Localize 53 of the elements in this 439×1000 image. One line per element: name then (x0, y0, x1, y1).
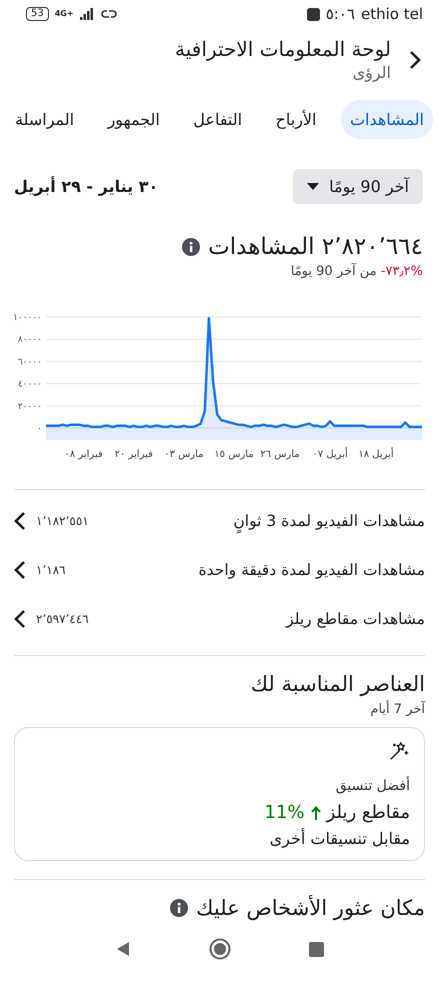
battery-level: 53 (26, 7, 49, 21)
metric-row[interactable]: مشاهدات الفيديو لمدة 3 ثوانٍ ١٬١٨٢٬٥٥١ (14, 496, 425, 545)
x-tick-label: أبريل ٠٧ (312, 449, 348, 460)
tab[interactable]: الجمهور (98, 100, 169, 139)
page-subtitle: الرؤى (352, 62, 391, 84)
views-total: ٢٬٨٢٠٬٦٦٤ المشاهدات (208, 234, 423, 260)
magic-wand-icon (388, 740, 410, 762)
section-title: العناصر المناسبة لك (250, 672, 425, 696)
date-range-dropdown[interactable]: آخر 90 يومًا (293, 169, 423, 204)
notification-icon (306, 8, 320, 20)
x-tick-label: أبريل ١٨ (358, 449, 394, 460)
x-tick-label: مارس ٠٣ (164, 449, 204, 460)
page-title: لوحة المعلومات الاحترافية (174, 36, 391, 62)
caret-icon (307, 182, 320, 190)
info-icon[interactable] (170, 899, 188, 917)
y-tick-label: ٨٠٠٠٠ (18, 335, 42, 346)
carrier-name: ethio tel (360, 5, 423, 23)
tab[interactable]: المراسلة (6, 100, 84, 139)
metric-row[interactable]: مشاهدات الفيديو لمدة دقيقة واحدة ١٬١٨٦ (14, 545, 425, 594)
home-nav-icon[interactable] (209, 938, 231, 960)
x-tick-label: فبراير ٠٨ (64, 449, 103, 460)
chevron-left-icon[interactable] (14, 608, 26, 628)
signal-icon (80, 8, 94, 20)
y-tick-label: ٤٠٠٠٠ (18, 380, 42, 390)
y-tick-label: ٠ (37, 424, 42, 434)
comparison-text: مقابل تنسيقات أخرى (268, 829, 410, 848)
info-icon[interactable] (182, 238, 200, 256)
x-tick-label: مارس ١٥ (214, 449, 254, 460)
card-label: أفضل تنسيق (334, 778, 410, 794)
format-change: 11% (264, 802, 305, 823)
section-title: مكان عثور الأشخاص عليك (196, 896, 425, 920)
y-tick-label: ٢٠٠٠٠ (18, 402, 42, 412)
tab[interactable]: الأرباح (266, 100, 326, 139)
date-range: ٣٠ يناير - ٢٩ أبريل (14, 177, 158, 196)
tab[interactable]: المشاهدات (340, 100, 433, 139)
chevron-right-icon[interactable] (409, 50, 421, 70)
chevron-left-icon[interactable] (14, 510, 26, 530)
x-tick-label: مارس ٢٦ (260, 449, 300, 460)
network-label: 4G+ (54, 10, 74, 18)
x-tick-label: فبراير ٢٠ (114, 449, 153, 460)
back-nav-icon[interactable] (115, 941, 131, 957)
section-subtitle: آخر 7 أيام (369, 702, 425, 717)
status-time: ٥:٠٦ (326, 5, 355, 23)
metric-row[interactable]: مشاهدات مقاطع ريلز ٢٬٥٩٧٬٤٤٦ (14, 594, 425, 643)
recents-nav-icon[interactable] (309, 942, 324, 956)
views-change: -٧٣٫٢% من آخر 90 يومًا (290, 262, 424, 279)
y-tick-label: ١٠٠٠٠٠ (14, 313, 42, 323)
best-format: مقاطع ريلز (326, 802, 410, 823)
y-tick-label: ٦٠٠٠٠ (18, 357, 42, 368)
arrow-up-icon (310, 806, 321, 820)
link-icon (100, 8, 118, 20)
tab[interactable]: التفاعل (184, 100, 252, 139)
chevron-left-icon[interactable] (14, 560, 26, 580)
